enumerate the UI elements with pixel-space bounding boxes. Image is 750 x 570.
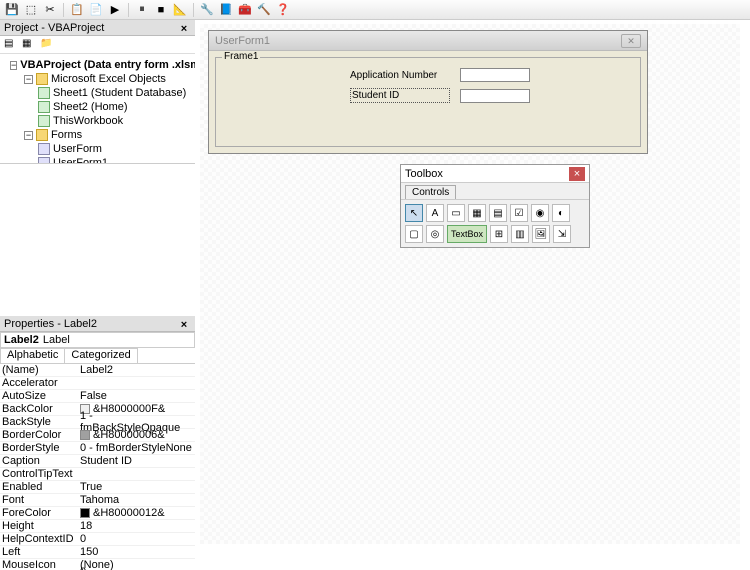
tool-tabstrip[interactable]: ⊞	[490, 225, 508, 243]
tool-toggle[interactable]: ◐	[552, 204, 570, 222]
textbox-application-number[interactable]	[460, 68, 530, 82]
toolbar-button[interactable]: ⏸	[134, 2, 150, 18]
form-designer-canvas[interactable]: UserForm1 ✕ Frame1 Application Number St…	[200, 24, 740, 544]
toolbar-button[interactable]: 🧰	[237, 2, 253, 18]
property-row[interactable]: (Name)Label2	[0, 364, 195, 377]
toolbar-button[interactable]: 🔧	[199, 2, 215, 18]
toolbox-controls: ↖A▭▦▤☑◉◐ ▢◎TextBox⊞▥🖼⇲	[401, 199, 589, 247]
properties-panel: Properties - Label2 × Label2 Label Alpha…	[0, 316, 195, 570]
main-toolbar: 💾⬚✂ 📋📄▶ ⏸■📐 🔧📘🧰🔨❓	[0, 0, 750, 20]
sheet-icon	[38, 87, 50, 99]
folder-icon	[36, 73, 48, 85]
tool-checkbox[interactable]: ☑	[510, 204, 528, 222]
property-row[interactable]: Left150	[0, 546, 195, 559]
toolbar-button[interactable]: ▶	[107, 2, 123, 18]
view-object-icon[interactable]: ▦	[22, 38, 36, 52]
property-row[interactable]: CaptionStudent ID	[0, 455, 195, 468]
property-row[interactable]: ForeColor&H80000012&	[0, 507, 195, 520]
tool-listbox[interactable]: ▤	[489, 204, 507, 222]
properties-grid: (Name)Label2AcceleratorAutoSizeFalse Back…	[0, 364, 195, 570]
project-tree: −VBAProject (Data entry form .xlsm) −Mic…	[0, 54, 195, 164]
toolbar-button[interactable]: 📘	[218, 2, 234, 18]
tree-sheet[interactable]: Sheet2 (Home)	[4, 100, 191, 114]
toolbar-button[interactable]: 🔨	[256, 2, 272, 18]
collapse-icon[interactable]: −	[10, 61, 17, 70]
userform[interactable]: UserForm1 ✕ Frame1 Application Number St…	[208, 30, 648, 154]
tool-textbox-label[interactable]: TextBox	[447, 225, 487, 243]
property-row[interactable]: ControlTipText	[0, 468, 195, 481]
folder-icon	[36, 129, 48, 141]
userform-titlebar[interactable]: UserForm1 ✕	[209, 31, 647, 51]
color-swatch	[80, 430, 90, 440]
toolbar-button[interactable]: 📋	[69, 2, 85, 18]
toolbar-button[interactable]: 📄	[88, 2, 104, 18]
property-row[interactable]: Accelerator	[0, 377, 195, 390]
toolbar-button[interactable]: 📐	[172, 2, 188, 18]
frame-caption: Frame1	[222, 51, 260, 62]
color-swatch	[80, 508, 90, 518]
toolbox[interactable]: Toolbox × Controls ↖A▭▦▤☑◉◐ ▢◎TextBox⊞▥🖼⇲	[400, 164, 590, 248]
tool-textbox-tool[interactable]: ▭	[447, 204, 465, 222]
sheet-icon	[38, 115, 50, 127]
tool-label[interactable]: A	[426, 204, 444, 222]
close-icon[interactable]: ×	[569, 167, 585, 181]
tool-refedit[interactable]: ⇲	[553, 225, 571, 243]
close-icon[interactable]: ×	[177, 317, 191, 331]
tool-image[interactable]: 🖼	[532, 225, 550, 243]
property-row[interactable]: BorderColor&H80000006&	[0, 429, 195, 442]
property-row[interactable]: HelpContextID0	[0, 533, 195, 546]
project-toolbar: ▤ ▦ 📁	[0, 36, 195, 54]
folder-icon[interactable]: 📁	[40, 38, 54, 52]
form-icon	[38, 157, 50, 164]
property-row[interactable]: EnabledTrue	[0, 481, 195, 494]
form-icon	[38, 143, 50, 155]
property-row[interactable]: BackStyle1 - fmBackStyleOpaque	[0, 416, 195, 429]
close-icon[interactable]: ×	[177, 21, 191, 35]
tool-frame[interactable]: ▢	[405, 225, 423, 243]
project-title-text: Project - VBAProject	[4, 20, 104, 36]
property-row[interactable]: AutoSizeFalse	[0, 390, 195, 403]
tool-pointer[interactable]: ↖	[405, 204, 423, 222]
properties-title: Properties - Label2 ×	[0, 316, 195, 332]
textbox-student-id[interactable]	[460, 89, 530, 103]
toolbar-button[interactable]: ■	[153, 2, 169, 18]
property-row[interactable]: BorderStyle0 - fmBorderStyleNone	[0, 442, 195, 455]
tree-sheet[interactable]: ThisWorkbook	[4, 114, 191, 128]
toolbar-button[interactable]: ❓	[275, 2, 291, 18]
object-selector[interactable]: Label2 Label	[0, 332, 195, 348]
property-row[interactable]: FontTahoma	[0, 494, 195, 507]
frame1[interactable]: Frame1 Application Number Student ID	[215, 57, 641, 147]
collapse-icon[interactable]: −	[24, 75, 33, 84]
tab-categorized[interactable]: Categorized	[64, 348, 137, 363]
collapse-icon[interactable]: −	[24, 131, 33, 140]
tree-forms[interactable]: −Forms	[4, 128, 191, 142]
tool-combobox[interactable]: ▦	[468, 204, 486, 222]
tab-alphabetic[interactable]: Alphabetic	[0, 348, 65, 363]
sheet-icon	[38, 101, 50, 113]
toolbar-button[interactable]: ✂	[42, 2, 58, 18]
tree-root[interactable]: −VBAProject (Data entry form .xlsm)	[4, 58, 191, 72]
project-panel-title: Project - VBAProject ×	[0, 20, 195, 36]
close-icon[interactable]: ✕	[621, 34, 641, 48]
property-row[interactable]: Height18	[0, 520, 195, 533]
toolbar-button[interactable]: ⬚	[23, 2, 39, 18]
tab-controls[interactable]: Controls	[405, 185, 456, 199]
tool-command[interactable]: ◎	[426, 225, 444, 243]
tree-form[interactable]: UserForm1	[4, 156, 191, 164]
tool-multipage[interactable]: ▥	[511, 225, 529, 243]
view-code-icon[interactable]: ▤	[4, 38, 18, 52]
label-student-id[interactable]: Student ID	[350, 88, 450, 103]
toolbox-titlebar[interactable]: Toolbox ×	[401, 165, 589, 183]
toolbar-button[interactable]: 💾	[4, 2, 20, 18]
properties-tabs: Alphabetic Categorized	[0, 348, 195, 364]
tree-excel-objects[interactable]: −Microsoft Excel Objects	[4, 72, 191, 86]
tool-option[interactable]: ◉	[531, 204, 549, 222]
label-application-number[interactable]: Application Number	[350, 70, 450, 81]
tree-form[interactable]: UserForm	[4, 142, 191, 156]
tree-sheet[interactable]: Sheet1 (Student Database)	[4, 86, 191, 100]
